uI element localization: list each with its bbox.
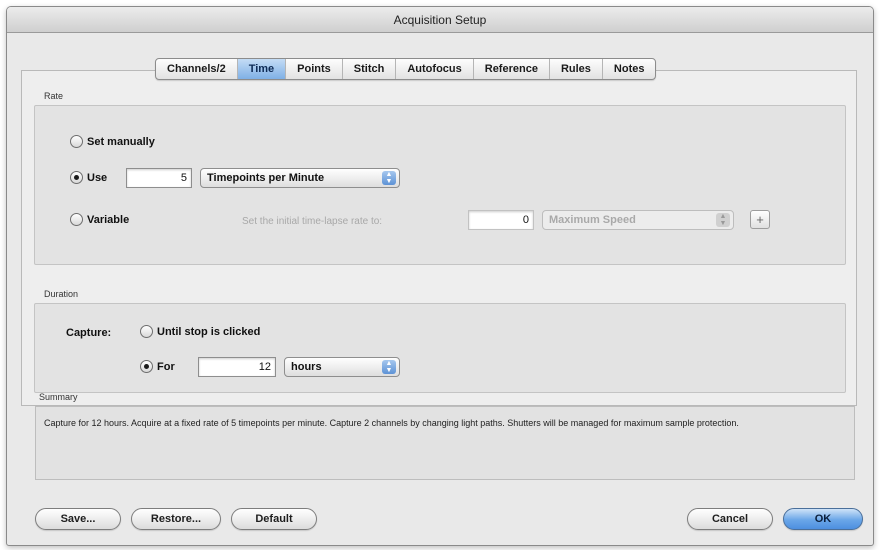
duration-input[interactable]: 12 <box>198 357 276 377</box>
variable-unit-value: Maximum Speed <box>549 214 636 226</box>
duration-unit-value: hours <box>291 361 322 373</box>
add-rate-button[interactable]: + <box>750 210 770 229</box>
variable-rate-input[interactable]: 0 <box>468 210 534 230</box>
for-radio[interactable]: For <box>140 360 175 373</box>
radio-selected-icon <box>70 171 83 184</box>
capture-label: Capture: <box>66 327 112 339</box>
tab-time[interactable]: Time <box>237 59 287 79</box>
updown-arrows-icon: ▲ ▼ <box>716 213 730 227</box>
variable-hint-text: Set the initial time-lapse rate to: <box>242 216 383 227</box>
use-rate-input[interactable]: 5 <box>126 168 192 188</box>
use-label: Use <box>87 171 108 184</box>
radio-circle-icon <box>140 325 153 338</box>
until-stop-radio[interactable]: Until stop is clicked <box>140 325 260 338</box>
tab-bar: Channels/2 Time Points Stitch Autofocus … <box>155 58 657 80</box>
duration-group-label: Duration <box>44 289 79 299</box>
summary-text: Capture for 12 hours. Acquire at a fixed… <box>35 406 855 480</box>
radio-circle-icon <box>70 135 83 148</box>
save-button[interactable]: Save... <box>35 508 121 530</box>
ok-button[interactable]: OK <box>783 508 863 530</box>
restore-button[interactable]: Restore... <box>131 508 221 530</box>
tab-channels[interactable]: Channels/2 <box>156 59 238 79</box>
tab-points[interactable]: Points <box>286 59 343 79</box>
updown-arrows-icon: ▲ ▼ <box>382 171 396 185</box>
radio-circle-icon <box>70 213 83 226</box>
rate-unit-value: Timepoints per Minute <box>207 172 325 184</box>
set-manually-label: Set manually <box>87 135 155 148</box>
acquisition-setup-window: Acquisition Setup Channels/2 Time Points… <box>6 6 874 546</box>
variable-radio[interactable]: Variable <box>70 213 129 226</box>
variable-label: Variable <box>87 213 130 226</box>
time-tab-pane: Rate Set manually Use 5 Timepoints per M… <box>21 70 857 406</box>
radio-selected-icon <box>140 360 153 373</box>
tab-reference[interactable]: Reference <box>474 59 550 79</box>
duration-group-box <box>34 303 846 393</box>
window-content: Channels/2 Time Points Stitch Autofocus … <box>7 34 873 545</box>
for-label: For <box>157 360 175 373</box>
set-manually-radio[interactable]: Set manually <box>70 135 155 148</box>
variable-unit-select[interactable]: Maximum Speed ▲ ▼ <box>542 210 734 230</box>
tab-rules[interactable]: Rules <box>550 59 603 79</box>
use-radio[interactable]: Use <box>70 171 107 184</box>
summary-group-label: Summary <box>39 392 78 402</box>
tab-autofocus[interactable]: Autofocus <box>396 59 474 79</box>
cancel-button[interactable]: Cancel <box>687 508 773 530</box>
rate-group-label: Rate <box>44 91 64 101</box>
rate-unit-select[interactable]: Timepoints per Minute ▲ ▼ <box>200 168 400 188</box>
window-title: Acquisition Setup <box>7 7 873 33</box>
duration-unit-select[interactable]: hours ▲ ▼ <box>284 357 400 377</box>
updown-arrows-icon: ▲ ▼ <box>382 360 396 374</box>
default-button[interactable]: Default <box>231 508 317 530</box>
until-stop-label: Until stop is clicked <box>157 325 261 338</box>
tab-stitch[interactable]: Stitch <box>343 59 397 79</box>
tab-notes[interactable]: Notes <box>603 59 656 79</box>
